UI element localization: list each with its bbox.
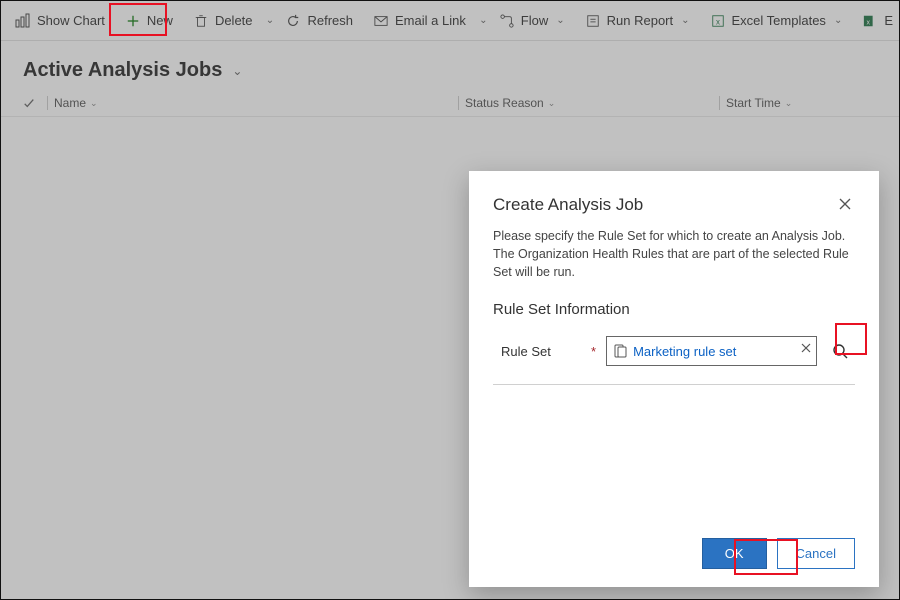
rule-set-field-label: Rule Set	[493, 344, 583, 359]
create-analysis-job-dialog: Create Analysis Job Please specify the R…	[469, 171, 879, 587]
rule-set-lookup-field[interactable]: Marketing rule set	[606, 336, 817, 366]
required-indicator: *	[591, 344, 596, 359]
dialog-close-button[interactable]	[835, 195, 855, 215]
record-icon	[613, 344, 627, 358]
dialog-description: Please specify the Rule Set for which to…	[493, 227, 855, 281]
dialog-section-title: Rule Set Information	[493, 301, 855, 318]
ok-button[interactable]: OK	[702, 538, 767, 569]
dialog-title: Create Analysis Job	[493, 195, 643, 215]
rule-set-selected-value: Marketing rule set	[633, 344, 792, 359]
clear-lookup-button[interactable]	[798, 343, 814, 359]
lookup-search-button[interactable]	[825, 336, 855, 366]
cancel-button[interactable]: Cancel	[777, 538, 855, 569]
